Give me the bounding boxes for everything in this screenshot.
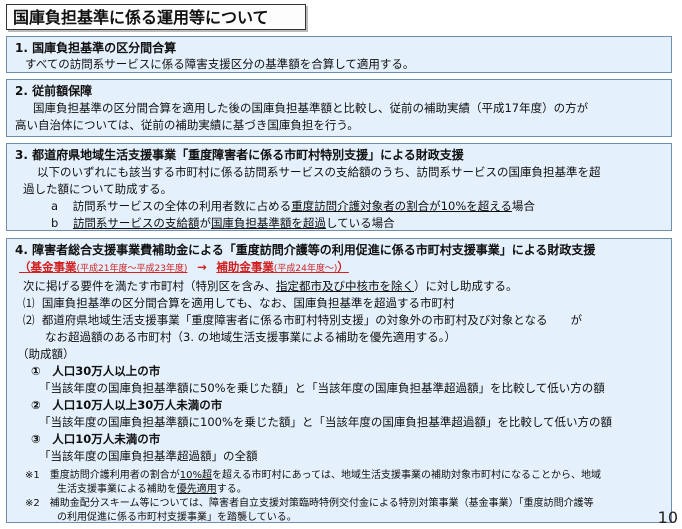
note-2-cont: の利用促進に係る市町村支援事業」を踏襲している。 <box>57 512 297 523</box>
grant-2-heading: ② 人口10万人以上30万人未満の市 <box>31 398 223 412</box>
item-a-pre: 訪問系サービスの全体の利用者数に占める <box>72 199 292 213</box>
grant-1-heading: ① 人口30万人以上の市 <box>31 364 161 378</box>
condition-1-text: 国庫負担基準の区分間合算を適用しても、なお、国庫負担基準を超過する市町村 <box>41 296 455 310</box>
note-1-pre: ※1 重度訪問介護利用者の割合が <box>25 470 180 481</box>
note-1-underline: 10%超 <box>179 470 212 481</box>
fund-arrow: → <box>197 260 207 274</box>
section-4-intro: 次に掲げる要件を満たす市町村（特別区を含み、指定都市及び中核市を除く）に対し助成… <box>15 278 671 295</box>
item-b-underline-1: 訪問系サービスの支給額 <box>72 216 200 230</box>
fund-small-1: (平成21年度～平成23年度) <box>76 264 188 274</box>
section-3-heading: 3. 都道府県地域生活支援事業「重度障害者に係る市町村特別支援」による財政支援 <box>15 148 464 162</box>
grant-1-body: 「当該年度の国庫負担基準額に50%を乗じた額」と「当該年度の国庫負担基準超過額」… <box>39 381 605 395</box>
item-a-post: 場合 <box>511 199 535 213</box>
section-3-line2: 過した額について助成する。 <box>23 182 173 196</box>
note-2: ※2 補助金配分スキーム等については、障害者自立支援対策臨時特例交付金による特別… <box>25 498 594 509</box>
section-3-item-a: a 訪問系サービスの全体の利用者数に占める重度訪問介護対象者の割合が10%を超え… <box>15 198 671 215</box>
condition-2: ⑵ 都道府県地域生活支援事業「重度障害者に係る市町村特別支援」の対象外の市町村及… <box>15 312 671 329</box>
intro-post: ）に対し助成する。 <box>414 279 518 293</box>
grant-3-body: 「当該年度の国庫負担基準超過額」の全額 <box>39 449 258 463</box>
condition-2-cont: なお超過額のある市町村（3. の地域生活支援事業による補助を優先適用する。） <box>45 330 457 344</box>
section-1: 1. 国庫負担基準の区分間合算 すべての訪問系サービスに係る障害支援区分の基準額… <box>6 36 672 73</box>
section-3-line1: 以下のいずれにも該当する市町村に係る訪問系サービスの支給額のうち、訪問系サービス… <box>37 165 601 179</box>
item-b-mark: b <box>51 216 59 230</box>
intro-underline: 指定都市及び中核市を除く <box>276 279 414 293</box>
condition-2-text: 都道府県地域生活支援事業「重度障害者に係る市町村特別支援」の対象外の市町村及び対… <box>41 313 582 327</box>
section-4: 4. 障害者総合支援事業費補助金による「重度訪問介護等の利用促進に係る市町村支援… <box>6 238 672 523</box>
grant-heading: （助成額） <box>17 347 75 361</box>
grant-2-body: 「当該年度の国庫負担基準額に100%を乗じた額」と「当該年度の国庫負担基準超過額… <box>39 415 613 429</box>
item-b-underline-2: 国庫負担基準額を超過 <box>210 216 326 230</box>
item-a-underline: 重度訪問介護対象者の割合が10%を超える <box>291 199 512 213</box>
fund-small-2: (平成24年度～) <box>273 264 338 274</box>
condition-1: ⑴ 国庫負担基準の区分間合算を適用しても、なお、国庫負担基準を超過する市町村 <box>15 295 671 312</box>
section-3: 3. 都道府県地域生活支援事業「重度障害者に係る市町村特別支援」による財政支援 … <box>6 143 672 231</box>
note-1b-pre: 生活支援事業による補助を <box>57 484 177 495</box>
section-1-heading: 1. 国庫負担基準の区分間合算 <box>15 41 177 55</box>
grant-3-heading: ③ 人口10万人未満の市 <box>31 432 161 446</box>
item-b-post: している場合 <box>325 216 395 230</box>
section-4-funding-line: （基金事業(平成21年度～平成23年度) → 補助金事業(平成24年度～)） <box>15 259 671 278</box>
section-2-heading: 2. 従前額保障 <box>15 84 93 98</box>
condition-2-mark: ⑵ <box>23 313 35 327</box>
page-number: 10 <box>657 508 678 527</box>
fund-text-1: （基金事業 <box>19 260 77 274</box>
section-2-line1: 国庫負担基準の区分間合算を適用した後の国庫負担基準額と比較し、従前の補助実績（平… <box>33 101 589 115</box>
note-1-cont: 生活支援事業による補助を優先適用する。 <box>15 483 671 497</box>
note-1b-post: する。 <box>216 484 247 495</box>
section-4-heading: 4. 障害者総合支援事業費補助金による「重度訪問介護等の利用促進に係る市町村支援… <box>15 243 596 257</box>
condition-1-mark: ⑴ <box>23 296 35 310</box>
section-2: 2. 従前額保障 国庫負担基準の区分間合算を適用した後の国庫負担基準額と比較し、… <box>6 79 672 137</box>
page-title: 国庫負担基準に係る運用等について <box>6 4 306 30</box>
section-2-line2: 高い自治体については、従前の補助実績に基づき国庫負担を行う。 <box>15 118 359 132</box>
note-1-post: を超える市町村にあっては、地域生活支援事業の補助対象市町村になることから、地域 <box>211 470 601 481</box>
note-1b-underline: 優先適用 <box>176 484 217 495</box>
fund-text-2: 補助金事業 <box>216 260 274 274</box>
intro-pre: 次に掲げる要件を満たす市町村（特別区を含み、 <box>23 279 276 293</box>
fund-text-3: ） <box>337 260 349 274</box>
note-1: ※1 重度訪問介護利用者の割合が10%超を超える市町村にあっては、地域生活支援事… <box>15 469 671 483</box>
section-3-item-b: b 訪問系サービスの支給額が国庫負担基準額を超過している場合 <box>15 215 671 230</box>
item-b-mid: が <box>199 216 211 230</box>
section-1-body: すべての訪問系サービスに係る障害支援区分の基準額を合算して適用する。 <box>25 57 415 71</box>
item-a-mark: a <box>51 199 59 213</box>
